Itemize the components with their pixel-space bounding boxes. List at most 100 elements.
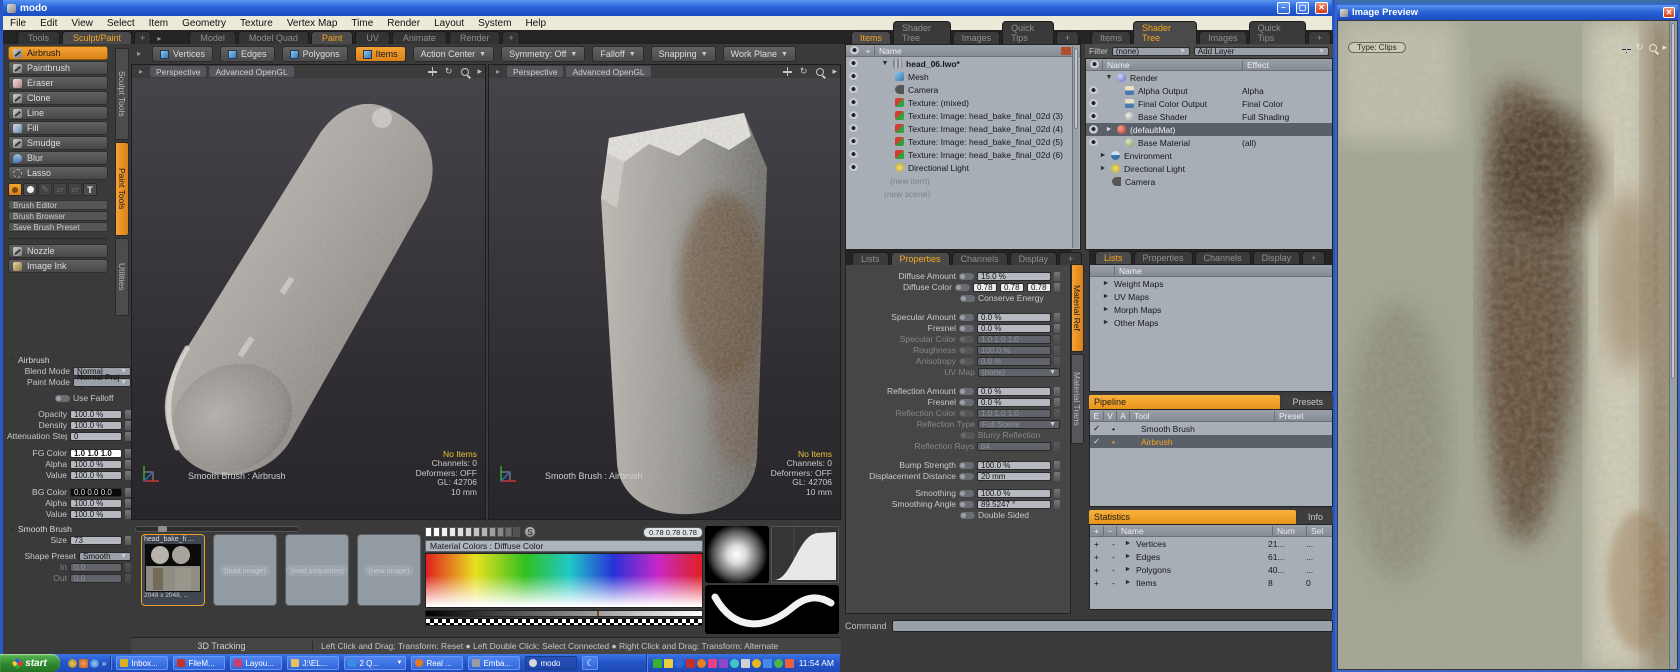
expander-icon[interactable]: ► [1105,126,1113,133]
stat-row[interactable]: +-►Items80 [1090,576,1332,589]
value-swatch[interactable] [505,527,512,537]
task-button-realplayer[interactable]: Real ... [411,656,463,670]
shader-row[interactable]: Camera [1086,175,1332,188]
value-swatch[interactable] [481,527,488,537]
add-panel-tab-button[interactable]: + [1302,251,1325,264]
tab-channels[interactable]: Channels [1195,251,1251,264]
double-sided-checkbox[interactable] [960,512,975,519]
value-swatch[interactable] [465,527,472,537]
expander-icon[interactable]: ► [1099,165,1107,172]
item-row[interactable]: Texture: Image: head_bake_final_02d (6) [846,148,1080,161]
item-row[interactable]: Camera [846,83,1080,96]
eye-icon[interactable] [1089,138,1098,147]
save-brush-preset-button[interactable]: Save Brush Preset [8,222,108,232]
spinner[interactable] [1054,283,1060,292]
size-field[interactable]: 73 [70,536,122,545]
task-button-layout[interactable]: Layou... [230,656,282,670]
bg-alpha-field[interactable]: 100.0 % [70,499,122,508]
mode-items-button[interactable]: Items [355,46,406,62]
env-toggle[interactable] [955,284,970,291]
diffuse-color-r[interactable]: 0.78 [973,283,997,292]
reflection-amount-field[interactable]: 0.0 % [977,387,1051,396]
expander-icon[interactable]: ▼ [881,60,889,67]
modo-titlebar[interactable]: modo – ▢ ✕ [3,0,1332,16]
tray-icon[interactable] [686,659,695,668]
orbit-icon[interactable]: ↻ [1636,42,1644,53]
tray-icon[interactable] [774,659,783,668]
tab-sculpt-paint[interactable]: Sculpt/Paint [62,31,132,44]
brush-tip-preview[interactable] [705,526,769,583]
env-toggle[interactable] [959,490,974,497]
spinner[interactable] [1054,272,1060,281]
add-panel-tab-button[interactable]: + [1056,31,1079,44]
tool-eraser[interactable]: Eraser [8,76,108,90]
displacement-distance-field[interactable]: 20 mm [977,472,1051,481]
bg-value-field[interactable]: 100.0 % [70,510,122,519]
conserve-energy-checkbox[interactable] [960,295,975,302]
task-button-group[interactable]: 2 Q...▼ [344,656,406,670]
visible-dot-icon[interactable]: • [1107,437,1120,447]
saturation-button[interactable]: S [524,526,536,538]
snapping-dropdown[interactable]: Snapping▼ [651,46,716,62]
density-field[interactable]: 100.0 % [70,421,122,430]
fg-alpha-field[interactable]: 100.0 % [70,460,122,469]
spinner[interactable] [1054,398,1060,407]
add-panel-tab-button[interactable]: + [1308,31,1331,44]
eye-icon[interactable] [849,59,858,68]
clock[interactable]: 11:54 AM [799,658,834,668]
expander-icon[interactable]: ► [1124,553,1132,560]
use-falloff-checkbox[interactable] [55,395,70,402]
tab-quick-tips[interactable]: Quick Tips [1249,21,1306,44]
add-layer-select[interactable]: Add Layer▼ [1194,47,1329,56]
pan-icon[interactable] [783,67,792,76]
reflection-fresnel-field[interactable]: 0.0 % [977,398,1051,407]
maps-row[interactable]: ►Other Maps [1090,316,1332,329]
tab-animate[interactable]: Animate [392,31,447,44]
action-center-dropdown[interactable]: Action Center▼ [413,46,494,62]
fg-value-field[interactable]: 100.0 % [70,471,122,480]
zoom-icon[interactable] [461,68,469,76]
list-options-icon[interactable] [1061,47,1071,55]
maps-row[interactable]: ►Weight Maps [1090,277,1332,290]
items-scrollbar[interactable] [1072,46,1079,248]
tool-blur[interactable]: Blur [8,151,108,165]
opacity-field[interactable]: 100.0 % [70,410,122,419]
env-toggle[interactable] [959,462,974,469]
tab-paint[interactable]: Paint [311,31,354,44]
start-button[interactable]: start [0,654,60,672]
spinner[interactable] [1054,324,1060,333]
eye-icon[interactable] [1089,112,1098,121]
chevron-right-icon[interactable]: ▸ [477,66,482,77]
tab-images[interactable]: Images [1199,31,1247,44]
expander-icon[interactable]: ► [1099,152,1107,159]
spinner[interactable] [1054,461,1060,470]
orbit-icon[interactable]: ↻ [445,66,453,77]
stat-row[interactable]: +-►Vertices21...... [1090,537,1332,550]
enable-check-icon[interactable]: ✓ [1090,436,1103,447]
stat-row[interactable]: +-►Polygons40...... [1090,563,1332,576]
chevron-right-icon[interactable]: ▸ [832,66,837,77]
work-plane-dropdown[interactable]: Work Plane▼ [723,46,796,62]
pipeline-row-selected[interactable]: ✓•Airbrush [1090,435,1332,448]
tab-model[interactable]: Model [189,31,236,44]
clip-strip-slider[interactable] [135,526,300,532]
shader-row[interactable]: Final Color OutputFinal Color [1086,97,1332,110]
vtab-material-trans[interactable]: Material Trans [1071,354,1084,444]
chevron-right-icon[interactable]: ▸ [137,49,141,58]
tray-icon[interactable] [785,659,794,668]
tray-icon[interactable] [741,659,750,668]
eye-icon[interactable] [849,137,858,146]
viewport-mode-button[interactable]: Perspective [507,66,563,77]
menu-time[interactable]: Time [344,18,380,29]
visible-dot-icon[interactable]: • [1107,424,1120,434]
tab-items[interactable]: Items [851,31,891,44]
enable-check-icon[interactable]: ✓ [1090,423,1103,434]
tab-display[interactable]: Display [1253,251,1301,264]
tool-airbrush[interactable]: Airbrush [8,46,108,60]
eye-icon[interactable] [849,85,858,94]
expand-plus[interactable]: + [1090,565,1103,575]
collapse-icon[interactable]: ▾ [7,356,15,364]
menu-vertexmap[interactable]: Vertex Map [280,18,345,29]
paint-mode-select[interactable]: Normal Proj ...▼ [73,378,131,387]
expander-icon[interactable]: ► [1102,306,1110,313]
